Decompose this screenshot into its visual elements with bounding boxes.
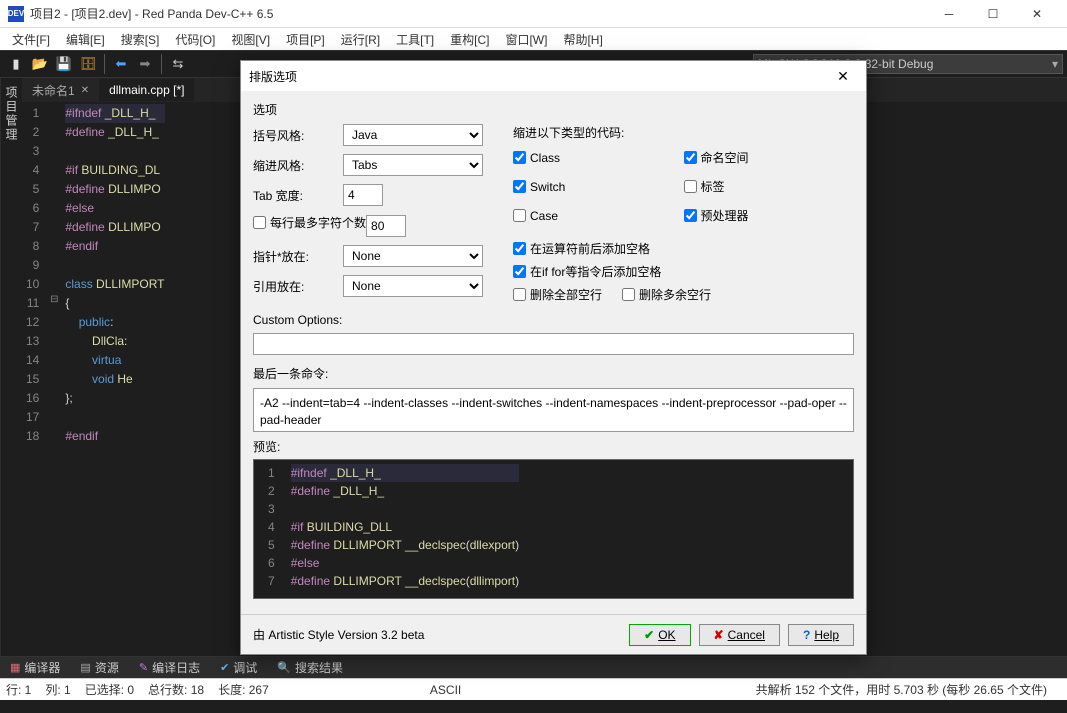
maxchar-input[interactable] [366,215,406,237]
bracket-style-select[interactable]: Java [343,124,483,146]
cb-namespace[interactable]: 命名空间 [684,149,855,166]
cb-case[interactable]: Case [513,207,684,224]
close-button[interactable]: ✕ [1015,0,1059,28]
cb-delextra[interactable]: 删除多余空行 [622,286,711,303]
menu-run[interactable]: 运行[R] [333,29,388,50]
options-section-title: 选项 [253,101,854,118]
bracket-style-label: 括号风格: [253,127,343,144]
status-parse: 共解析 152 个文件，用时 5.703 秒 (每秒 26.65 个文件) [756,681,1047,698]
format-options-dialog: 排版选项 ✕ 选项 括号风格: Java 缩进风格: Tabs Tab 宽度: … [240,60,867,655]
dialog-footer: 由 Artistic Style Version 3.2 beta ✔OK ✘C… [241,614,866,654]
btab-debug[interactable]: ✔调试 [210,656,267,679]
reference-label: 引用放在: [253,278,343,295]
side-tab-structure[interactable]: 结构 [0,78,1,656]
status-col: 列: 1 [45,681,70,698]
editor-tab-1[interactable]: dllmain.cpp [*] [99,79,194,101]
menu-window[interactable]: 窗口[W] [497,29,555,50]
lastcmd-box: -A2 --indent=tab=4 --indent-classes --in… [253,388,854,432]
window-title: 项目2 - [项目2.dev] - Red Panda Dev-C++ 6.5 [30,5,927,22]
status-total: 总行数: 18 [148,681,204,698]
minimize-button[interactable]: ─ [927,0,971,28]
maxchar-checkbox[interactable]: 每行最多字符个数 [253,214,366,231]
sidebar-left: 项目管理 结构 👁监视 文件 [0,78,22,656]
pointer-select[interactable]: None [343,245,483,267]
custom-options-input[interactable] [253,333,854,355]
reference-select[interactable]: None [343,275,483,297]
btab-compiler[interactable]: ▦编译器 [0,656,70,679]
dialog-title: 排版选项 [249,68,297,85]
preview-pane: 1234567 #ifndef _DLL_H_ #define _DLL_H_ … [253,459,854,599]
lastcmd-label: 最后一条命令: [253,365,854,382]
line-gutter: 123456789101112131415161718 [22,102,47,656]
menu-project[interactable]: 项目[P] [278,29,333,50]
editor-tab-0[interactable]: 未命名1✕ [22,78,99,103]
fold-column: ⊟ [47,102,61,656]
menu-code[interactable]: 代码[O] [167,29,223,50]
bottom-tabs: ▦编译器 ▤资源 ✎编译日志 ✔调试 🔍搜索结果 [0,656,1067,678]
save-all-icon[interactable]: 🗄 [77,53,99,75]
cb-preproc[interactable]: 预处理器 [684,207,855,224]
tabwidth-input[interactable] [343,184,383,206]
status-len: 长度: 267 [218,681,269,698]
app-icon: DEV [8,6,24,22]
cb-class[interactable]: Class [513,149,684,166]
cb-label[interactable]: 标签 [684,178,855,195]
status-encoding: ASCII [430,683,461,697]
close-icon[interactable]: ✕ [81,85,89,96]
menubar: 文件[F] 编辑[E] 搜索[S] 代码[O] 视图[V] 项目[P] 运行[R… [0,28,1067,50]
indent-style-label: 缩进风格: [253,157,343,174]
menu-refactor[interactable]: 重构[C] [442,29,497,50]
toggle-icon[interactable]: ⇆ [167,53,189,75]
dialog-titlebar: 排版选项 ✕ [241,61,866,91]
statusbar: 行: 1 列: 1 已选择: 0 总行数: 18 长度: 267 ASCII 共… [0,678,1067,700]
menu-edit[interactable]: 编辑[E] [58,29,113,50]
indent-style-select[interactable]: Tabs [343,154,483,176]
forward-icon[interactable]: ➡ [134,53,156,75]
btab-compilelog[interactable]: ✎编译日志 [129,656,210,679]
menu-search[interactable]: 搜索[S] [113,29,168,50]
titlebar: DEV 项目2 - [项目2.dev] - Red Panda Dev-C++ … [0,0,1067,28]
maximize-button[interactable]: ☐ [971,0,1015,28]
menu-tools[interactable]: 工具[T] [388,29,442,50]
menu-help[interactable]: 帮助[H] [555,29,610,50]
preview-label: 预览: [253,438,854,455]
code-lines: #ifndef _DLL_H_ #define _DLL_H_ #if BUIL… [61,102,168,656]
save-icon[interactable]: 💾 [53,53,75,75]
dialog-close-icon[interactable]: ✕ [828,68,858,85]
menu-view[interactable]: 视图[V] [223,29,278,50]
menu-file[interactable]: 文件[F] [4,29,58,50]
cancel-button[interactable]: ✘Cancel [699,624,780,646]
btab-resources[interactable]: ▤资源 [70,656,128,679]
open-folder-icon[interactable]: 📂 [29,53,51,75]
back-icon[interactable]: ⬅ [110,53,132,75]
status-sel: 已选择: 0 [85,681,134,698]
cb-switch[interactable]: Switch [513,178,684,195]
new-file-icon[interactable]: ▮ [5,53,27,75]
cb-delempty[interactable]: 删除全部空行 [513,286,602,303]
side-tab-project[interactable]: 项目管理 [1,78,22,656]
pointer-label: 指针*放在: [253,248,343,265]
dialog-body: 选项 括号风格: Java 缩进风格: Tabs Tab 宽度: 每行最多字符个… [241,91,866,614]
cb-padheader[interactable]: 在if for等指令后添加空格 [513,263,854,280]
indent-types-title: 缩进以下类型的代码: [513,124,854,141]
cb-padop[interactable]: 在运算符前后添加空格 [513,240,854,257]
status-row: 行: 1 [6,681,31,698]
btab-search[interactable]: 🔍搜索结果 [267,656,353,679]
help-button[interactable]: ?Help [788,624,854,646]
ok-button[interactable]: ✔OK [629,624,690,646]
footer-credit: 由 Artistic Style Version 3.2 beta [253,626,424,643]
tabwidth-label: Tab 宽度: [253,187,343,204]
custom-options-label: Custom Options: [253,313,854,327]
